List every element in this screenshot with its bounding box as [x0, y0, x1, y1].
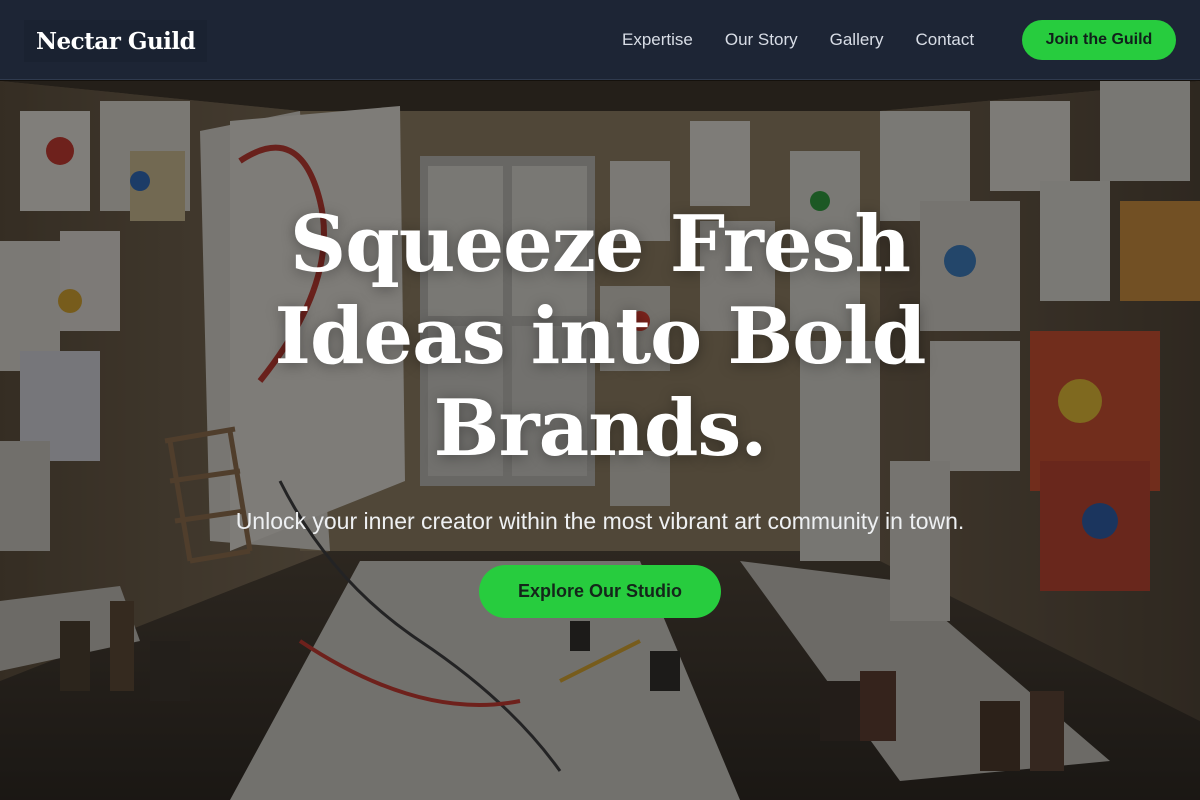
hero-subtitle: Unlock your inner creator within the mos…	[235, 508, 965, 534]
nav-link-gallery[interactable]: Gallery	[830, 30, 884, 50]
brand-logo[interactable]: Nectar Guild	[24, 20, 208, 62]
nav-link-contact[interactable]: Contact	[915, 30, 974, 50]
explore-studio-button[interactable]: Explore Our Studio	[479, 565, 721, 618]
hero-section: Squeeze Fresh Ideas into Bold Brands. Un…	[0, 81, 1200, 800]
nav-link-our-story[interactable]: Our Story	[725, 30, 798, 50]
hero-headline: Squeeze Fresh Ideas into Bold Brands.	[150, 199, 1050, 475]
hero-headline-line-3: Brands.	[433, 383, 768, 474]
join-guild-button[interactable]: Join the Guild	[1022, 20, 1176, 60]
site-header: Nectar Guild Expertise Our Story Gallery…	[0, 0, 1200, 80]
hero-headline-line-2: Ideas into Bold	[274, 291, 927, 382]
hero-headline-line-1: Squeeze Fresh	[289, 199, 911, 290]
main-nav: Expertise Our Story Gallery Contact	[622, 0, 1006, 80]
nav-link-expertise[interactable]: Expertise	[622, 30, 693, 50]
